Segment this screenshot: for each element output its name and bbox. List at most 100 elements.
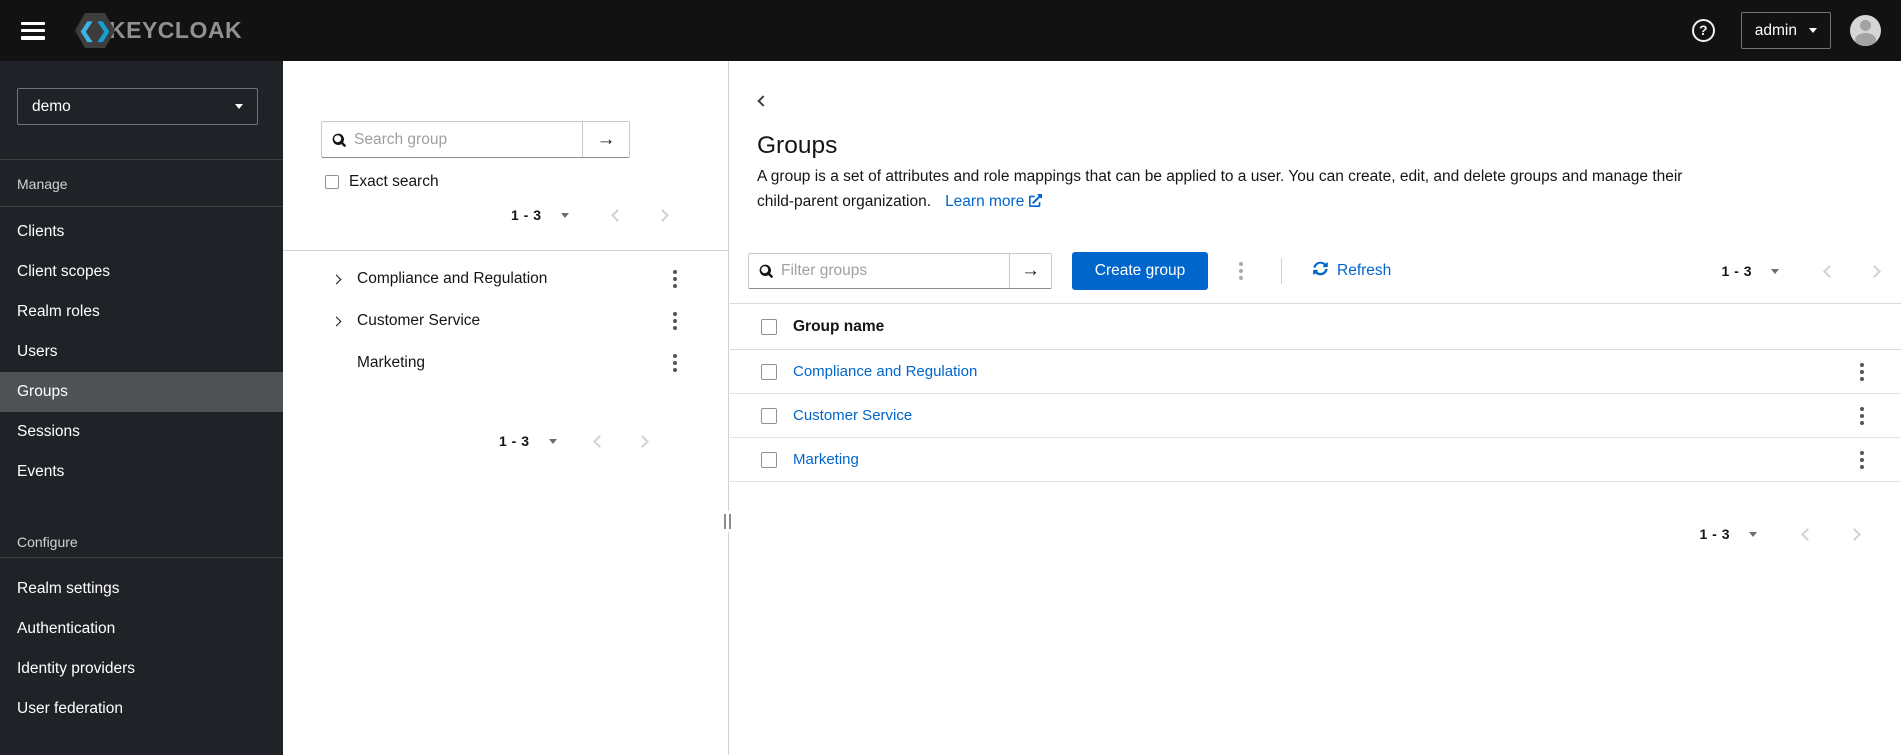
refresh-sync-icon [1313,261,1328,281]
pagination-prev-button[interactable] [609,207,626,224]
pagination-prev-button[interactable] [591,433,608,450]
group-link[interactable]: Customer Service [793,407,912,424]
expand-toggle[interactable] [329,314,357,329]
groups-table: Group name Compliance and Regulation Cus… [730,303,1901,482]
sidebar-item-user-federation[interactable]: User federation [0,689,283,729]
tree-item-label[interactable]: Compliance and Regulation [357,270,547,288]
groups-toolbar: → Create group Refresh 1 - 3 [748,252,1883,290]
sidebar-item-events[interactable]: Events [0,452,283,492]
filter-groups-control: → [748,253,1052,289]
help-icon[interactable]: ? [1691,19,1715,42]
page-description: A group is a set of attributes and role … [757,165,1682,215]
description-line1: A group is a set of attributes and role … [757,168,1683,185]
chevron-right-icon [635,434,649,448]
row-checkbox[interactable] [761,451,777,468]
table-header-row: Group name [730,303,1901,350]
row-kebab-menu-icon[interactable] [1855,402,1869,430]
sidebar-item-realm-settings[interactable]: Realm settings [0,569,283,609]
sidebar-item-identity-providers[interactable]: Identity providers [0,649,283,689]
user-menu-dropdown[interactable]: admin [1740,12,1831,49]
sidebar-divider [0,159,283,160]
kebab-menu-icon[interactable] [668,265,682,293]
sidebar-item-clients[interactable]: Clients [0,212,283,252]
toolbar-kebab-menu-icon[interactable] [1234,257,1248,285]
pagination-next-button[interactable] [654,207,671,224]
row-checkbox[interactable] [761,363,777,380]
collapse-panel-chevron-left-icon[interactable] [756,90,770,111]
panel-resize-handle[interactable] [722,511,733,532]
pagination-next-button[interactable] [1866,263,1883,280]
search-group-input[interactable] [346,122,582,157]
sidebar-divider [0,206,283,207]
group-link[interactable]: Marketing [793,451,859,468]
filter-groups-input[interactable] [773,254,1009,288]
exact-search-label: Exact search [349,173,439,190]
caret-down-icon [235,104,243,109]
realm-selector[interactable]: demo [17,88,258,125]
tree-item-label[interactable]: Marketing [357,354,425,372]
select-all-checkbox[interactable] [761,318,777,335]
row-kebab-menu-icon[interactable] [1855,358,1869,386]
tree-item-label[interactable]: Customer Service [357,312,480,330]
pagination-prev-button[interactable] [1821,263,1838,280]
keycloak-logo[interactable]: ❮ ❯ KEYCLOAK [75,13,242,48]
page-title: Groups [757,132,838,159]
create-group-button[interactable]: Create group [1072,252,1208,290]
sidebar-item-users[interactable]: Users [0,332,283,372]
pagination-options-toggle[interactable] [557,209,573,222]
table-pagination-bottom: 1 - 3 [1699,519,1863,549]
chevron-left-icon [1801,527,1814,541]
sidebar-item-sessions[interactable]: Sessions [0,412,283,452]
row-checkbox[interactable] [761,407,777,424]
expand-toggle[interactable] [329,272,357,287]
refresh-button[interactable]: Refresh [1313,261,1391,281]
nav-toggle-hamburger-icon[interactable] [21,21,45,40]
table-row: Customer Service [730,394,1901,438]
chevron-right-icon [1868,264,1881,278]
tree-item-customer-service: Customer Service [283,300,728,342]
exact-search-checkbox[interactable] [325,175,339,189]
pagination-next-button[interactable] [634,433,651,450]
kebab-menu-icon[interactable] [668,307,682,335]
pagination-options-toggle[interactable] [1767,265,1783,278]
expand-toggle-placeholder [329,359,357,367]
external-link-icon [1029,191,1043,216]
chevron-right-icon [331,316,342,326]
kebab-menu-icon[interactable] [668,349,682,377]
row-kebab-menu-icon[interactable] [1855,446,1869,474]
caret-down-icon [1809,28,1817,33]
group-search-control: → [321,121,630,158]
pagination-prev-button[interactable] [1799,526,1816,543]
sidebar-divider [0,557,283,558]
chevron-left-icon [610,208,624,222]
logo-chevron-right-icon: ❯ [95,19,112,42]
search-icon [322,122,346,157]
sidebar-item-client-scopes[interactable]: Client scopes [0,252,283,292]
group-link[interactable]: Compliance and Regulation [793,363,977,380]
tree-pagination-bottom: 1 - 3 [499,427,651,455]
pagination-options-toggle[interactable] [545,435,561,448]
sidebar-section-configure: Configure [17,534,78,550]
sidebar-item-authentication[interactable]: Authentication [0,609,283,649]
table-row: Marketing [730,438,1901,482]
tree-item-marketing: Marketing [283,342,728,384]
search-icon [749,254,773,288]
group-tree-list: Compliance and Regulation Customer Servi… [283,258,728,384]
pagination-options-toggle[interactable] [1745,528,1761,541]
chevron-right-icon [331,274,342,284]
learn-more-link[interactable]: Learn more [945,193,1043,210]
sidebar-item-realm-roles[interactable]: Realm roles [0,292,283,332]
avatar[interactable] [1850,15,1881,46]
pagination-range: 1 - 3 [499,433,530,449]
sidebar-section-manage: Manage [17,176,68,192]
toolbar-divider [1281,258,1282,284]
search-submit-arrow-icon[interactable]: → [582,122,629,157]
sidebar-item-groups[interactable]: Groups [0,372,283,412]
table-row: Compliance and Regulation [730,350,1901,394]
pagination-range: 1 - 3 [1721,263,1752,279]
caret-down-icon [548,438,557,444]
pagination-next-button[interactable] [1846,526,1863,543]
sidebar: demo Manage Clients Client scopes Realm … [0,61,283,755]
filter-submit-arrow-icon[interactable]: → [1009,254,1051,288]
table-pagination-top: 1 - 3 [1721,263,1883,280]
